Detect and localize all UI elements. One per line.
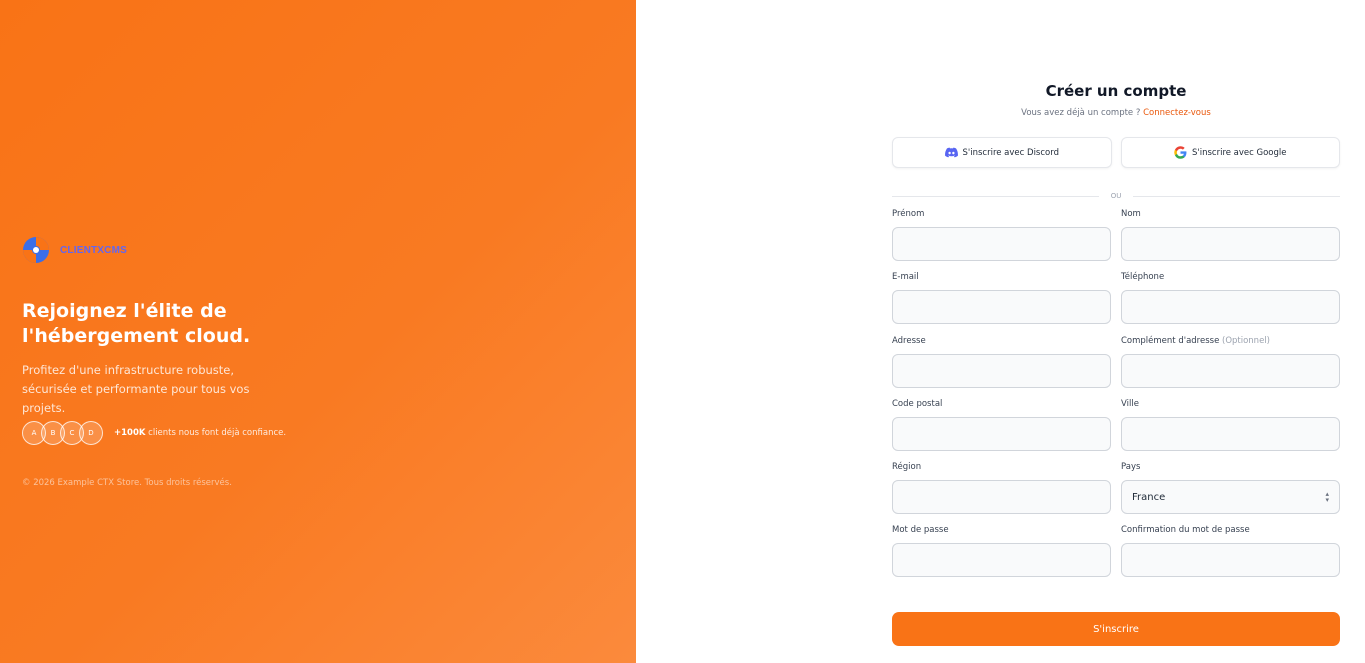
email-label: E-mail (892, 272, 919, 283)
address2-label-text: Complément d'adresse (1121, 335, 1220, 346)
address2-label: Complément d'adresse (Optionnel) (1121, 335, 1340, 348)
address-label: Adresse (892, 335, 926, 346)
phone-input[interactable] (1121, 290, 1340, 325)
country-select[interactable]: France ▴ ▾ (1121, 480, 1340, 515)
divider-line (1133, 195, 1341, 197)
address2-field-group: Complément d'adresse (Optionnel) (1121, 331, 1340, 394)
hero-panel: CLIENTXCMS Rejoignez l'élite de l'héberg… (0, 0, 636, 663)
login-prompt-text: Vous avez déjà un compte ? (1021, 108, 1141, 118)
register-form: Créer un compte Vous avez déjà un compte… (892, 80, 1341, 584)
email-input[interactable] (892, 290, 1111, 325)
country-select-value: France (1132, 491, 1166, 503)
or-divider: OU (892, 190, 1341, 202)
region-field-group: Région (892, 457, 1111, 520)
address2-input[interactable] (1121, 353, 1340, 388)
discord-signup-label: S'inscrire avec Discord (962, 147, 1059, 158)
divider-line (892, 195, 1099, 197)
avatar-stack: A B C D (22, 421, 103, 445)
phone-field-group: Téléphone (1121, 267, 1340, 330)
discord-icon (944, 147, 958, 158)
zipcode-label: Code postal (892, 398, 943, 409)
trust-text: +100K clients nous font déjà confiance. (114, 428, 286, 438)
oauth-buttons: S'inscrire avec Discord S'inscrire avec … (892, 137, 1340, 168)
hero-headline: Rejoignez l'élite de l'hébergement cloud… (22, 300, 251, 347)
trust-count: +100K (114, 428, 146, 438)
address-input[interactable] (892, 353, 1111, 388)
login-prompt: Vous avez déjà un compte ? Connectez-vou… (892, 108, 1340, 120)
firstname-input[interactable] (892, 227, 1111, 261)
divider-text: OU (1110, 192, 1122, 200)
region-input[interactable] (892, 480, 1111, 515)
email-field-group: E-mail (892, 267, 1111, 330)
google-signup-button[interactable]: S'inscrire avec Google (1120, 137, 1340, 168)
page-title: Créer un compte (1045, 82, 1187, 100)
avatar: D (79, 421, 103, 445)
brand-logo-icon (23, 237, 49, 263)
trust-indicator: A B C D +100K clients nous font déjà con… (22, 421, 286, 445)
hero-subtext: Profitez d'une infrastructure robuste, s… (22, 363, 250, 415)
password-confirm-field-group: Confirmation du mot de passe (1121, 520, 1340, 583)
form-fields: Prénom Nom E-mail Téléphone Adresse Comp… (892, 204, 1340, 584)
password-label: Mot de passe (892, 525, 949, 536)
signup-submit-button[interactable]: S'inscrire (892, 612, 1340, 646)
lastname-label: Nom (1121, 209, 1141, 219)
select-chevron-icon: ▴ ▾ (1325, 490, 1329, 505)
google-icon (1174, 146, 1187, 159)
address-field-group: Adresse (892, 331, 1111, 394)
zipcode-input[interactable] (892, 416, 1111, 451)
country-label: Pays (1121, 462, 1141, 473)
firstname-label: Prénom (892, 209, 925, 219)
firstname-field-group: Prénom (892, 204, 1111, 267)
google-signup-label: S'inscrire avec Google (1192, 147, 1287, 158)
password-confirm-input[interactable] (1121, 543, 1340, 578)
optional-hint: (Optionnel) (1222, 335, 1270, 346)
zipcode-field-group: Code postal (892, 394, 1111, 457)
login-link[interactable]: Connectez-vous (1143, 108, 1211, 118)
copyright: © 2026 Example CTX Store. Tous droits ré… (22, 478, 232, 488)
trust-label: clients nous font déjà confiance. (145, 428, 287, 438)
region-label: Région (892, 462, 922, 473)
discord-signup-button[interactable]: S'inscrire avec Discord (892, 137, 1112, 168)
password-confirm-label: Confirmation du mot de passe (1121, 525, 1250, 536)
city-input[interactable] (1121, 416, 1340, 451)
city-label: Ville (1121, 398, 1139, 409)
lastname-field-group: Nom (1121, 204, 1340, 267)
password-field-group: Mot de passe (892, 520, 1111, 583)
country-field-group: Pays France ▴ ▾ (1121, 457, 1340, 520)
password-input[interactable] (892, 543, 1111, 578)
brand[interactable]: CLIENTXCMS (22, 236, 127, 264)
brand-name: CLIENTXCMS (60, 244, 127, 256)
lastname-input[interactable] (1121, 227, 1340, 261)
city-field-group: Ville (1121, 394, 1340, 457)
phone-label: Téléphone (1121, 272, 1165, 283)
